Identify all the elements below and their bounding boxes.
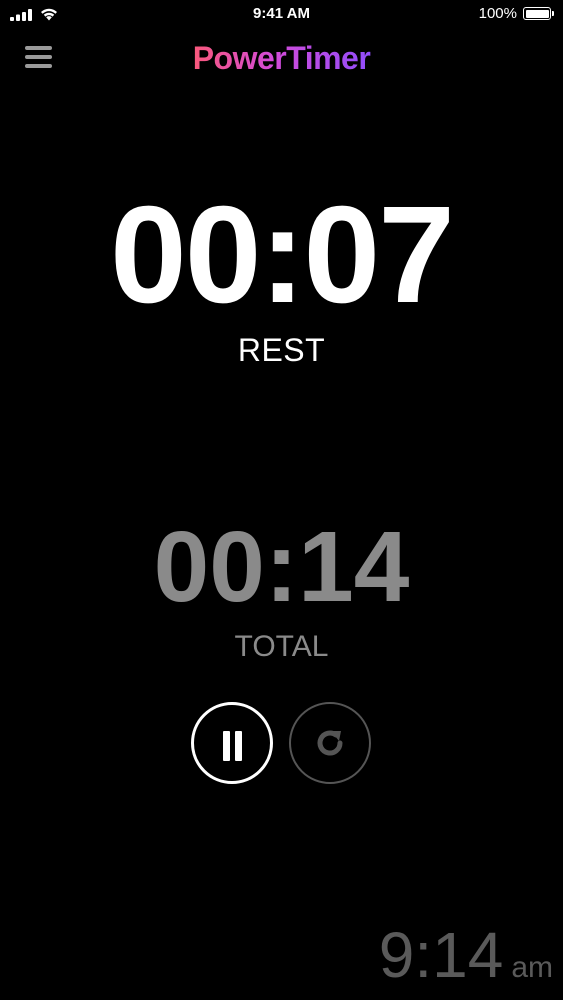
menu-button[interactable] (24, 44, 54, 70)
pause-button[interactable] (191, 702, 273, 784)
total-timer: 00:14 (153, 511, 410, 623)
clock-time: 9:14 (378, 919, 504, 991)
current-interval-timer: 00:07 (110, 178, 455, 332)
hamburger-menu-icon (25, 46, 52, 68)
reset-icon (317, 730, 343, 756)
total-label: TOTAL (234, 630, 329, 663)
reset-button[interactable] (289, 702, 371, 784)
battery-percent: 100% (478, 5, 517, 22)
app-title: PowerTimer (182, 38, 382, 78)
status-right: 100% (478, 5, 554, 22)
clock-ampm: am (511, 951, 553, 984)
status-bar: 9:41 AM 100% (0, 0, 563, 30)
current-clock: 9:14 am (379, 920, 553, 990)
battery-icon (523, 7, 554, 20)
phase-label: REST (237, 332, 326, 368)
